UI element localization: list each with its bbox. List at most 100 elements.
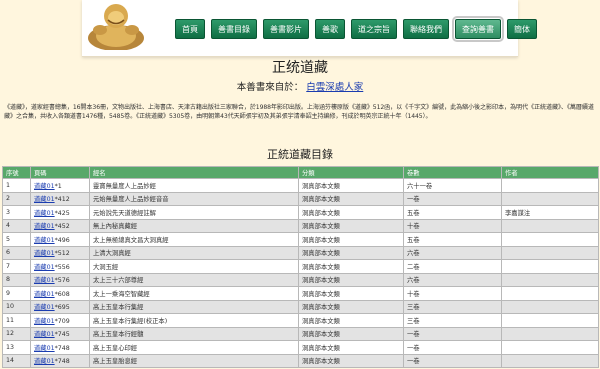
page-link[interactable]: 道藏01 [34,196,55,203]
table-row: 5 道藏01*496 太上無極總真文昌大洞真經 洞真部本文類 五卷 [2,232,599,247]
table-row: 9 道藏01*608 太上一乘海空智藏經 洞真部本文類 十卷 [2,286,599,301]
table-row: 7 道藏01*556 大洞玉經 洞真部本文類 二卷 [2,259,599,274]
page-link[interactable]: 道藏01 [34,331,55,338]
catalog-table: 序號 頁碼 經名 分類 卷數 作者 1 道藏01*1 靈寶無量度人上品妙經 洞真… [2,166,599,368]
cell-volumes: 十卷 [403,218,502,233]
table-row: 6 道藏01*512 上清大洞真經 洞真部本文類 六卷 [2,245,599,260]
page-link[interactable]: 道藏01 [34,358,55,365]
cell-page: 道藏01*709 [30,313,90,328]
cell-name: 高上玉皇本行集經(校正本) [89,313,299,328]
cell-category: 洞真部本文類 [298,232,404,247]
cell-category: 洞真部本文類 [298,313,404,328]
page-suffix: *608 [54,290,70,298]
page-link[interactable]: 道藏01 [34,210,55,217]
page-link[interactable]: 道藏01 [34,304,55,311]
cell-name: 大洞玉經 [89,259,299,274]
page-link[interactable]: 道藏01 [34,345,55,352]
cell-volumes: 六十一卷 [403,178,502,193]
cell-no: 6 [2,245,31,260]
cell-volumes: 六卷 [403,272,502,287]
cell-volumes: 五卷 [403,205,502,220]
page-suffix: *748 [54,358,70,366]
source-link[interactable]: 白雲深處人家 [306,82,363,93]
cell-author [501,191,599,206]
page-link[interactable]: 道藏01 [34,237,55,244]
cell-volumes: 一卷 [403,326,502,341]
page-suffix: *1 [54,182,62,190]
cell-page: 道藏01*452 [30,218,90,233]
cell-volumes: 六卷 [403,245,502,260]
cell-author [501,313,599,328]
page-link[interactable]: 道藏01 [34,291,55,298]
page-suffix: *412 [54,196,70,204]
cell-page: 道藏01*1 [30,178,90,193]
nav-search-books[interactable]: 查詢善書 [452,16,504,42]
page-link[interactable]: 道藏01 [34,318,55,325]
cell-category: 洞真部本文類 [298,340,404,355]
source-line: 本善書來自於： 白雲深處人家 [0,79,600,93]
cell-no: 8 [2,272,31,287]
cell-volumes: 十卷 [403,286,502,301]
cell-author [501,353,599,368]
table-row: 2 道藏01*412 元始無量度人上品妙經音音 洞真部本文類 一卷 [2,191,599,206]
cell-author [501,232,599,247]
description-text: 《道藏》，道家經書總集，16開本36冊，文物出版社、上海書店、天津古籍出版社三家… [4,104,594,120]
table-row: 12 道藏01*745 高上玉皇本行經髓 洞真部本文類 一卷 [2,326,599,341]
page-link[interactable]: 道藏01 [34,223,55,230]
cell-volumes: 三卷 [403,299,502,314]
nav-simplified[interactable]: 簡体 [507,19,537,39]
nav-contact[interactable]: 聯絡我們 [403,19,449,39]
cell-name: 無上內秘真藏經 [89,218,299,233]
cell-category: 洞真部本文類 [298,272,404,287]
cell-author [501,178,599,193]
cell-author [501,286,599,301]
cell-name: 太上三十六部尊經 [89,272,299,287]
page-link[interactable]: 道藏01 [34,250,55,257]
cell-page: 道藏01*576 [30,272,90,287]
nav-songs[interactable]: 善歌 [315,19,345,39]
cell-author [501,218,599,233]
cell-no: 1 [2,178,31,193]
cell-author [501,272,599,287]
cell-author [501,259,599,274]
nav-home[interactable]: 首頁 [175,19,205,39]
page-suffix: *576 [54,277,70,285]
cell-category: 洞真部本文類 [298,299,404,314]
page-title: 正统道藏 [272,60,328,76]
cell-no: 7 [2,259,31,274]
page-link[interactable]: 道藏01 [34,277,55,284]
cell-volumes: 五卷 [403,232,502,247]
cell-author [501,245,599,260]
cell-volumes: 一卷 [403,353,502,368]
cell-category: 洞真部本文類 [298,259,404,274]
cell-no: 10 [2,299,31,314]
cell-name: 太上一乘海空智藏經 [89,286,299,301]
cell-no: 11 [2,313,31,328]
site-header: 首頁 善書目錄 善書影片 善歌 道之宗旨 聯絡我們 查詢善書 簡体 [82,0,537,57]
cell-category: 洞真部本文類 [298,245,404,260]
nav-book-videos[interactable]: 善書影片 [263,19,309,39]
table-row: 10 道藏01*695 高上玉皇本行集經 洞真部本文類 三卷 [2,299,599,314]
cell-author [501,340,599,355]
header-volumes: 卷數 [403,166,502,179]
nav-purpose[interactable]: 道之宗旨 [351,19,397,39]
main-nav: 首頁 善書目錄 善書影片 善歌 道之宗旨 聯絡我們 查詢善書 簡体 [175,16,537,42]
cell-no: 9 [2,286,31,301]
page-link[interactable]: 道藏01 [34,183,55,190]
cell-no: 2 [2,191,31,206]
cell-page: 道藏01*745 [30,326,90,341]
cell-name: 高上玉皇心印經 [89,340,299,355]
page-link[interactable]: 道藏01 [34,264,55,271]
cell-category: 洞真部本文類 [298,191,404,206]
cell-page: 道藏01*425 [30,205,90,220]
header-no: 序號 [2,166,31,179]
cell-author [501,299,599,314]
table-row: 3 道藏01*425 元始說先天道德經註解 洞真部本文類 五卷 李嘉謀注 [2,205,599,220]
table-row: 8 道藏01*576 太上三十六部尊經 洞真部本文類 六卷 [2,272,599,287]
cell-page: 道藏01*496 [30,232,90,247]
nav-book-catalog[interactable]: 善書目錄 [211,19,257,39]
cell-no: 14 [2,353,31,368]
header-page: 頁碼 [30,166,90,179]
cell-volumes: 一卷 [403,191,502,206]
cell-name: 高上玉皇本行集經 [89,299,299,314]
